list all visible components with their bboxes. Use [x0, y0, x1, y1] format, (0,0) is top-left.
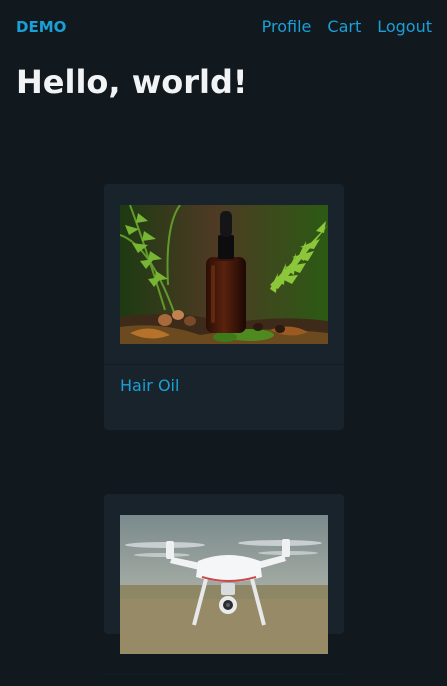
drone-image[interactable]: [120, 515, 328, 654]
product-card-media: [104, 494, 344, 675]
hair-oil-bottle-image[interactable]: [120, 205, 328, 344]
product-card-media: [104, 184, 344, 365]
product-title[interactable]: Hair Oil: [104, 365, 344, 395]
nav-links: Profile Cart Logout: [262, 17, 432, 36]
product-card[interactable]: [104, 494, 344, 675]
product-title[interactable]: [104, 675, 344, 686]
product-card[interactable]: Hair Oil: [104, 184, 344, 430]
brand-logo-link[interactable]: DEMO: [16, 18, 66, 36]
nav-link-logout[interactable]: Logout: [377, 17, 432, 36]
page-title: Hello, world!: [16, 63, 248, 101]
nav-link-cart[interactable]: Cart: [327, 17, 361, 36]
nav-link-profile[interactable]: Profile: [262, 17, 312, 36]
top-navbar: DEMO Profile Cart Logout: [0, 0, 447, 56]
